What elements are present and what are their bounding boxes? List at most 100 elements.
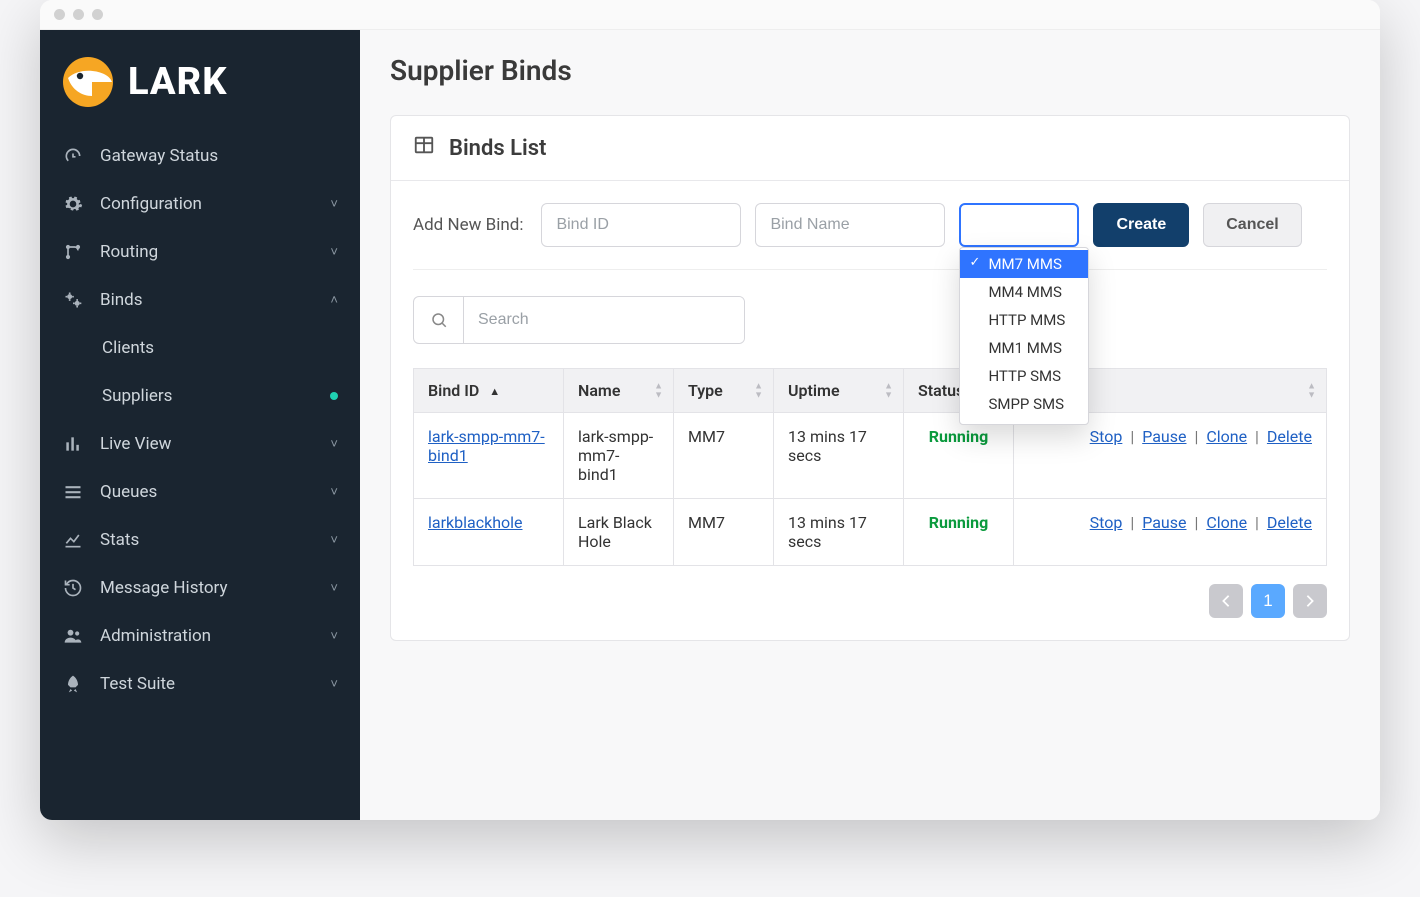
bind-type-select[interactable]: MM7 MMSMM4 MMSHTTP MMSMM1 MMSHTTP SMSSMP… (959, 203, 1079, 247)
pause-action[interactable]: Pause (1142, 427, 1186, 446)
table-icon (413, 134, 435, 162)
sidebar-subitem-clients[interactable]: Clients (40, 324, 360, 372)
dropdown-option[interactable]: SMPP SMS (960, 390, 1088, 418)
window-titlebar (40, 0, 1380, 30)
sort-icon: ▲▼ (884, 382, 893, 399)
lark-logo-icon (62, 56, 114, 108)
app-window: LARK Gateway StatusConfiguration˅Routing… (40, 0, 1380, 820)
sidebar-item-administration[interactable]: Administration˅ (40, 612, 360, 660)
add-bind-row: Add New Bind: MM7 MMSMM4 MMSHTTP MMSMM1 … (413, 203, 1327, 270)
bind-type-cell: MM7 (674, 499, 774, 566)
col-type[interactable]: Type ▲▼ (674, 369, 774, 413)
bind-name-cell: Lark Black Hole (564, 499, 674, 566)
pause-action[interactable]: Pause (1142, 513, 1186, 532)
sidebar-item-routing[interactable]: Routing˅ (40, 228, 360, 276)
binds-table: Bind ID ▲ Name ▲▼ Type ▲▼ (413, 368, 1327, 566)
status-badge: Running (929, 427, 989, 446)
line-chart-icon (62, 530, 84, 550)
stop-action[interactable]: Stop (1090, 513, 1123, 532)
dropdown-option[interactable]: HTTP MMS (960, 306, 1088, 334)
card-title: Binds List (449, 136, 546, 161)
menu-icon (62, 482, 84, 502)
stop-action[interactable]: Stop (1090, 427, 1123, 446)
col-bind-id[interactable]: Bind ID ▲ (414, 369, 564, 413)
sidebar-item-label: Binds (100, 290, 330, 310)
table-row: larkblackholeLark Black HoleMM713 mins 1… (414, 499, 1327, 566)
bind-type-cell: MM7 (674, 413, 774, 499)
search-input-group (413, 296, 745, 344)
sort-icon: ▲▼ (754, 382, 763, 399)
chevron-down-icon: ˅ (330, 532, 338, 548)
rocket-icon (62, 674, 84, 694)
sidebar-item-queues[interactable]: Queues˅ (40, 468, 360, 516)
sidebar-item-label: Live View (100, 434, 330, 454)
chevron-down-icon: ˅ (330, 196, 338, 212)
delete-action[interactable]: Delete (1267, 427, 1312, 446)
sidebar-nav: Gateway StatusConfiguration˅Routing˅Bind… (40, 132, 360, 708)
dropdown-option[interactable]: HTTP SMS (960, 362, 1088, 390)
chevron-down-icon: ˅ (330, 436, 338, 452)
bind-name-input[interactable] (755, 203, 945, 247)
dropdown-option[interactable]: MM4 MMS (960, 278, 1088, 306)
page-current[interactable]: 1 (1251, 584, 1285, 618)
page-prev[interactable] (1209, 584, 1243, 618)
gear-icon (62, 194, 84, 214)
col-name[interactable]: Name ▲▼ (564, 369, 674, 413)
sidebar-item-test-suite[interactable]: Test Suite˅ (40, 660, 360, 708)
dropdown-option[interactable]: MM7 MMS (960, 250, 1088, 278)
sidebar-item-label: Administration (100, 626, 330, 646)
users-icon (62, 626, 84, 646)
create-button[interactable]: Create (1093, 203, 1189, 247)
sidebar-item-label: Queues (100, 482, 330, 502)
main-content: Supplier Binds Binds List Ad (360, 30, 1380, 820)
delete-action[interactable]: Delete (1267, 513, 1312, 532)
sidebar-item-live-view[interactable]: Live View˅ (40, 420, 360, 468)
search-input[interactable] (464, 297, 744, 343)
sidebar-item-label: Routing (100, 242, 330, 262)
sidebar-item-configuration[interactable]: Configuration˅ (40, 180, 360, 228)
clone-action[interactable]: Clone (1206, 513, 1247, 532)
add-bind-label: Add New Bind: (413, 215, 523, 235)
cancel-button[interactable]: Cancel (1203, 203, 1301, 247)
sidebar-item-stats[interactable]: Stats˅ (40, 516, 360, 564)
gauge-icon (62, 146, 84, 166)
sidebar-item-message-history[interactable]: Message History˅ (40, 564, 360, 612)
page-next[interactable] (1293, 584, 1327, 618)
sidebar: LARK Gateway StatusConfiguration˅Routing… (40, 30, 360, 820)
bind-id-input[interactable] (541, 203, 741, 247)
bind-type-dropdown: MM7 MMSMM4 MMSHTTP MMSMM1 MMSHTTP SMSSMP… (959, 247, 1089, 425)
page-title: Supplier Binds (390, 54, 1350, 87)
clone-action[interactable]: Clone (1206, 427, 1247, 446)
chevron-down-icon: ˅ (330, 580, 338, 596)
sidebar-subitem-suppliers[interactable]: Suppliers (40, 372, 360, 420)
table-row: lark-smpp-mm7-bind1lark-smpp-mm7-bind1MM… (414, 413, 1327, 499)
bind-name-cell: lark-smpp-mm7-bind1 (564, 413, 674, 499)
pagination: 1 (413, 584, 1327, 618)
sort-asc-icon: ▲ (489, 385, 500, 398)
sidebar-item-gateway-status[interactable]: Gateway Status (40, 132, 360, 180)
binds-card: Binds List Add New Bind: MM7 MMSMM4 MMSH… (390, 115, 1350, 641)
window-close-dot[interactable] (54, 9, 65, 20)
chevron-down-icon: ˅ (330, 676, 338, 692)
brand-logo: LARK (40, 42, 360, 132)
window-maximize-dot[interactable] (92, 9, 103, 20)
sort-icon: ▲▼ (1307, 382, 1316, 399)
bar-chart-icon (62, 434, 84, 454)
search-row (413, 296, 1327, 344)
dropdown-option[interactable]: MM1 MMS (960, 334, 1088, 362)
chevron-down-icon: ˅ (330, 628, 338, 644)
history-icon (62, 578, 84, 598)
sort-icon: ▲▼ (654, 382, 663, 399)
sidebar-item-label: Message History (100, 578, 330, 598)
sidebar-item-label: Configuration (100, 194, 330, 214)
status-badge: Running (929, 513, 989, 532)
bind-id-link[interactable]: lark-smpp-mm7-bind1 (428, 427, 545, 465)
sidebar-item-binds[interactable]: Binds˄ (40, 276, 360, 324)
window-minimize-dot[interactable] (73, 9, 84, 20)
bind-uptime-cell: 13 mins 17 secs (774, 413, 904, 499)
branch-icon (62, 242, 84, 262)
sidebar-item-label: Stats (100, 530, 330, 550)
bind-id-link[interactable]: larkblackhole (428, 513, 523, 532)
chevron-down-icon: ˅ (330, 484, 338, 500)
col-uptime[interactable]: Uptime ▲▼ (774, 369, 904, 413)
